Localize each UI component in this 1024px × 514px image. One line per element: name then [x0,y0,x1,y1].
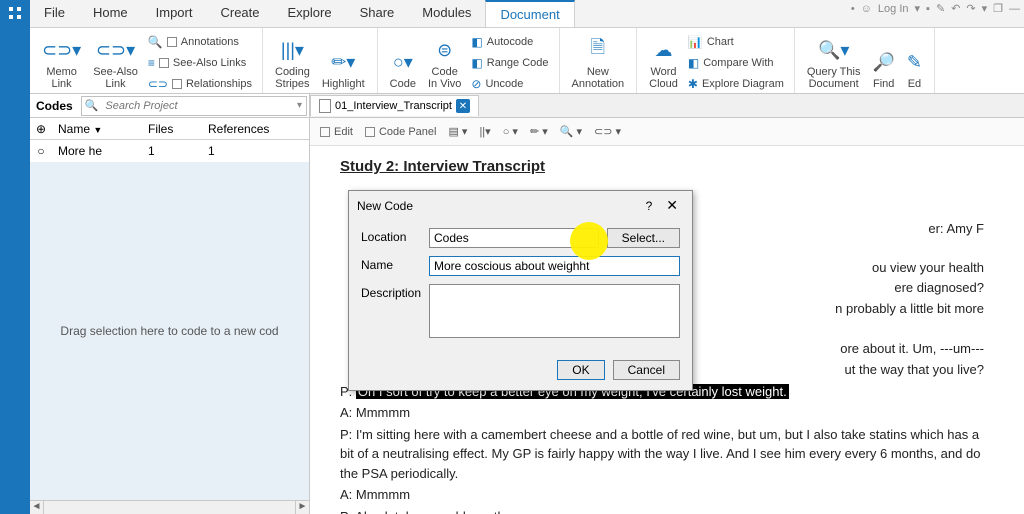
document-tabbar: 01_Interview_Transcript ✕ [310,94,1024,118]
cancel-button[interactable]: Cancel [613,360,680,380]
login-icon[interactable]: ☺ [861,3,872,15]
expand-all-icon[interactable]: ⊕ [30,119,52,139]
pen-icon[interactable]: ✎ [936,2,945,15]
select-button[interactable]: Select... [607,228,680,248]
find-button[interactable]: 🔎Find [866,30,900,92]
seealso-link-button[interactable]: ⊂⊃▾See-Also Link [87,30,144,92]
doc-title: Study 2: Interview Transcript [340,156,994,179]
code-panel-toggle[interactable]: Code Panel [365,126,437,138]
save-icon[interactable]: ▪ [926,3,930,15]
uncode-button[interactable]: ⊘Uncode [471,74,548,94]
doc-line: A: Mmmmm [340,403,994,423]
doc-line: A: Mmmmm [340,485,994,505]
menu-share[interactable]: Share [346,0,409,27]
search-icon: 🔍 [82,99,102,112]
node-icon: ○ [30,141,52,161]
sidebar-hscroll[interactable]: ◄► [30,500,309,514]
compare-with-button[interactable]: ◧Compare With [688,53,784,73]
menubar-right: • ☺ Log In ▾ ▪ ✎ ↶ ↷ ▾ ❐ — [851,2,1020,15]
stripes-icon[interactable]: ||▾ [479,125,490,138]
redo-icon[interactable]: ↷ [966,2,975,15]
menu-import[interactable]: Import [142,0,207,27]
edit-button[interactable]: ✎Ed [901,30,928,92]
location-label: Location [361,228,421,244]
code-button[interactable]: ○▾Code [384,30,422,92]
sep-icon: ▾ [982,2,988,15]
zoom-icon[interactable]: 🔍 ▾ [560,125,582,138]
dialog-help-icon[interactable]: ? [638,199,661,213]
dialog-close-icon[interactable]: ✕ [660,197,684,214]
word-cloud-button[interactable]: ☁Word Cloud [643,30,684,92]
annotations-toggle[interactable]: 🔍Annotations [148,32,252,52]
window-icon[interactable]: ❐ [993,2,1003,15]
code-invivo-button[interactable]: ⊜Code In Vivo [422,30,467,92]
doc-line: P: I'm sitting here with a camembert che… [340,425,994,484]
name-input[interactable] [429,256,680,276]
document-icon [319,99,331,113]
app-rail [0,0,30,514]
tab-close-icon[interactable]: ✕ [456,99,470,113]
drag-to-code-area[interactable]: Drag selection here to code to a new cod [30,162,309,500]
table-row[interactable]: ○ More he 1 1 [30,140,309,162]
search-dropdown-icon[interactable]: ▾ [293,100,306,111]
explore-diagram-button[interactable]: ✱Explore Diagram [688,74,784,94]
autocode-button[interactable]: ◧Autocode [471,32,548,52]
link-icon[interactable]: ⊂⊃ ▾ [594,125,621,138]
pen-tool-icon[interactable]: ✏ ▾ [530,125,548,138]
dash-icon: ▾ [915,2,921,15]
layout-icon[interactable]: ▤ ▾ [448,125,467,138]
description-label: Description [361,284,421,300]
description-input[interactable] [429,284,680,338]
sidebar-title: Codes [30,99,79,113]
doc-line: P: Absolutely no problems there, [340,507,994,514]
sidebar-search[interactable]: 🔍 ▾ [81,96,307,116]
menubar: File Home Import Create Explore Share Mo… [30,0,1024,28]
menu-document[interactable]: Document [485,0,574,27]
codes-table-header: ⊕ Name ▼ Files References [30,118,309,140]
login-link[interactable]: Log In [878,3,909,15]
name-label: Name [361,256,421,272]
ok-button[interactable]: OK [557,360,604,380]
undo-icon[interactable]: ↶ [951,2,960,15]
circle-icon[interactable]: ○ ▾ [503,125,518,138]
ribbon: ⊂⊃▾Memo Link ⊂⊃▾See-Also Link 🔍Annotatio… [30,28,1024,94]
seealso-links-toggle[interactable]: ≡See-Also Links [148,53,252,73]
menu-home[interactable]: Home [79,0,142,27]
chart-button[interactable]: 📊Chart [688,32,784,52]
menu-file[interactable]: File [30,0,79,27]
highlight-button[interactable]: ✏▾Highlight [316,30,371,92]
edit-toggle[interactable]: Edit [320,126,353,138]
menu-explore[interactable]: Explore [274,0,346,27]
relationships-toggle[interactable]: ⊂⊃Relationships [148,74,252,94]
range-code-button[interactable]: ◧Range Code [471,53,548,73]
new-annotation-button[interactable]: 🗎New Annotation [566,30,631,92]
query-this-button[interactable]: 🔍▾Query This Document [801,30,867,92]
new-code-dialog: New Code ? ✕ Location Select... Name Des… [348,190,693,391]
document-tab[interactable]: 01_Interview_Transcript ✕ [310,95,479,116]
min-icon[interactable]: — [1009,3,1020,15]
memo-link-button[interactable]: ⊂⊃▾Memo Link [36,30,87,92]
search-input[interactable] [101,100,293,112]
doc-toolbar: Edit Code Panel ▤ ▾ ||▾ ○ ▾ ✏ ▾ 🔍 ▾ ⊂⊃ ▾ [310,118,1024,146]
cursor-highlight [570,222,608,260]
menu-modules[interactable]: Modules [408,0,485,27]
coding-stripes-button[interactable]: |||▾Coding Stripes [269,30,316,92]
bullet-icon: • [851,3,855,15]
menu-create[interactable]: Create [206,0,273,27]
dialog-title: New Code [357,199,638,213]
codes-sidebar: Codes 🔍 ▾ ⊕ Name ▼ Files References ○ Mo… [30,94,310,514]
